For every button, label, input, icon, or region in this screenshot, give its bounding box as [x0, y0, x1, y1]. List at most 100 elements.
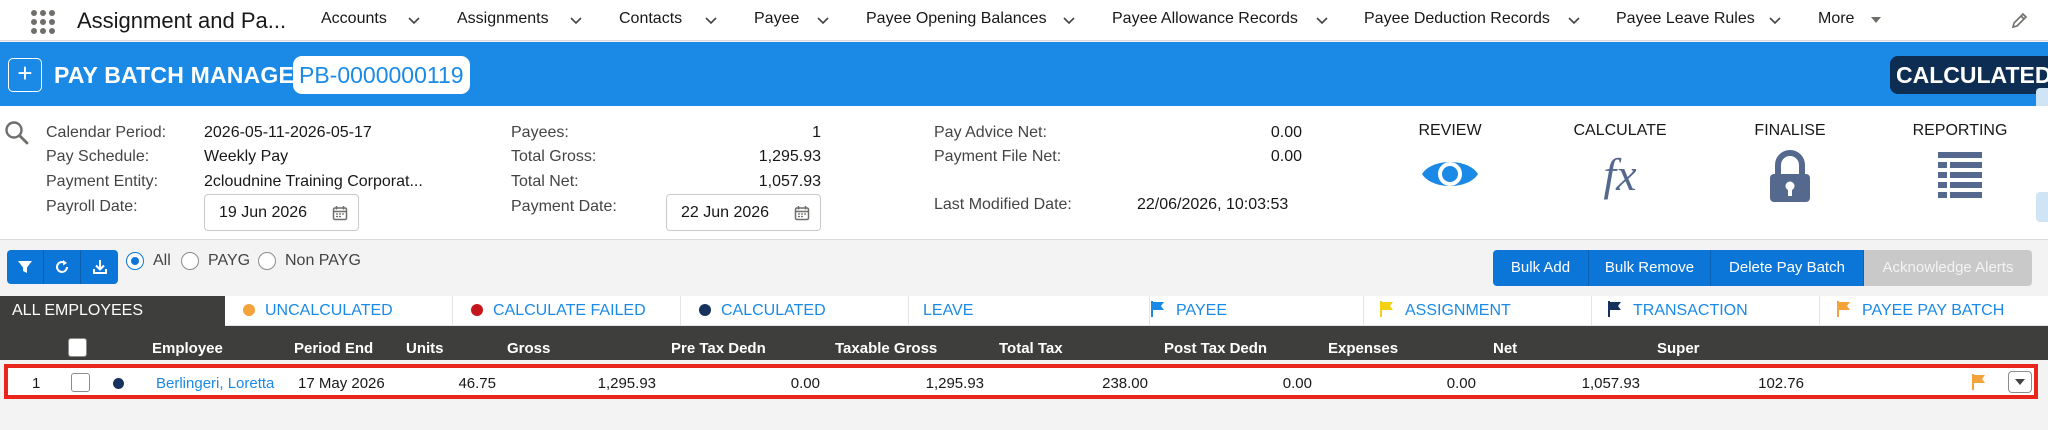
tab-uncalculated[interactable]: UNCALCULATED	[243, 296, 453, 326]
tab-leave[interactable]: LEAVE	[923, 296, 1150, 326]
tab-payee[interactable]: PAYEE	[1150, 296, 1364, 326]
refresh-button[interactable]	[44, 250, 81, 284]
tab-calculate-failed[interactable]: CALCULATE FAILED	[471, 296, 681, 326]
orange-flag-icon[interactable]	[1971, 373, 1987, 391]
calendar-period-value: 2026-05-11-2026-05-17	[204, 124, 372, 141]
caret-down-icon	[2015, 379, 2025, 385]
payment-file-net-label: Payment File Net:	[934, 148, 1062, 165]
yellow-flag-icon	[1380, 301, 1393, 317]
tab-label: PAYEE PAY BATCH	[1862, 302, 2005, 319]
svg-text:fx: fx	[1603, 150, 1637, 200]
reporting-action[interactable]: REPORTING	[1890, 122, 2030, 204]
nav-item-assignments[interactable]: Assignments	[457, 10, 549, 28]
chevron-down-icon[interactable]	[404, 10, 424, 30]
col-pre-tax-dedn[interactable]: Pre Tax Dedn	[671, 340, 766, 357]
reporting-label: REPORTING	[1912, 122, 2008, 139]
bulk-add-button[interactable]: Bulk Add	[1493, 250, 1589, 286]
tab-payee-pay-batch[interactable]: PAYEE PAY BATCH	[1836, 296, 2048, 326]
tab-assignment[interactable]: ASSIGNMENT	[1379, 296, 1592, 326]
nav-item-accounts[interactable]: Accounts	[321, 10, 387, 28]
tab-transaction[interactable]: TRANSACTION	[1607, 296, 1820, 326]
payroll-date-field[interactable]: 19 Jun 2026	[204, 194, 359, 231]
chevron-down-icon[interactable]	[1564, 10, 1584, 30]
filter-radio-all[interactable]: All	[126, 252, 171, 270]
nav-item-payee-opening-balances[interactable]: Payee Opening Balances	[866, 10, 1047, 28]
last-modified-value: 22/06/2026, 10:03:53	[1137, 196, 1289, 213]
bulk-remove-button[interactable]: Bulk Remove	[1589, 250, 1711, 286]
finalise-action[interactable]: FINALISE	[1720, 122, 1860, 204]
filter-radio-payg[interactable]: PAYG	[181, 252, 250, 270]
review-action[interactable]: REVIEW	[1380, 122, 1520, 198]
payees-value: 1	[812, 124, 821, 141]
tab-all-employees[interactable]: ALL EMPLOYEES	[0, 296, 225, 326]
pencil-icon[interactable]	[2010, 10, 2030, 30]
orange-dot-icon	[243, 304, 255, 316]
employee-link[interactable]: Berlingeri, Loretta	[156, 375, 274, 392]
pay-schedule-value: Weekly Pay	[204, 148, 289, 165]
eye-icon[interactable]	[1420, 150, 1480, 198]
nav-item-payee-allowance-records[interactable]: Payee Allowance Records	[1112, 10, 1298, 28]
col-net[interactable]: Net	[1493, 340, 1517, 357]
chevron-down-icon[interactable]	[1765, 10, 1785, 30]
nav-more[interactable]: More	[1818, 10, 1854, 28]
taxable-gross-cell: 1,295.93	[925, 375, 984, 392]
calendar-period-label: Calendar Period:	[46, 124, 167, 141]
calendar-icon[interactable]	[332, 205, 348, 221]
function-icon[interactable]: fx	[1590, 150, 1650, 200]
col-gross[interactable]: Gross	[507, 340, 550, 357]
nav-item-payee-leave-rules[interactable]: Payee Leave Rules	[1616, 10, 1755, 28]
row-actions-button[interactable]	[2008, 371, 2032, 393]
caret-down-icon[interactable]	[1869, 13, 1883, 27]
post-tax-dedn-cell: 0.00	[1282, 375, 1312, 392]
col-taxable-gross[interactable]: Taxable Gross	[835, 340, 937, 357]
payees-label: Payees:	[511, 124, 569, 141]
calculate-action[interactable]: CALCULATE fx	[1550, 122, 1690, 200]
chevron-down-icon[interactable]	[701, 10, 721, 30]
download-button[interactable]	[81, 250, 118, 284]
blue-flag-icon	[1151, 301, 1164, 317]
chevron-down-icon[interactable]	[813, 10, 833, 30]
col-total-tax[interactable]: Total Tax	[999, 340, 1063, 357]
col-period-end[interactable]: Period End	[294, 340, 373, 357]
finalise-label: FINALISE	[1754, 122, 1826, 139]
report-list-icon[interactable]	[1934, 150, 1986, 204]
app-launcher-icon[interactable]	[31, 10, 55, 34]
total-tax-cell: 238.00	[1102, 375, 1148, 392]
review-label: REVIEW	[1418, 122, 1482, 139]
chevron-down-icon[interactable]	[1059, 10, 1079, 30]
tab-calculated[interactable]: CALCULATED	[699, 296, 909, 326]
filter-icon	[18, 261, 32, 273]
chevron-down-icon[interactable]	[1312, 10, 1332, 30]
total-net-value: 1,057.93	[758, 173, 821, 190]
payment-entity-value: 2cloudnine Training Corporat...	[204, 173, 423, 190]
row-checkbox[interactable]	[71, 373, 90, 392]
nav-item-contacts[interactable]: Contacts	[619, 10, 682, 28]
side-panel-handle[interactable]	[2036, 192, 2048, 222]
delete-pay-batch-button[interactable]: Delete Pay Batch	[1711, 250, 1864, 286]
col-super[interactable]: Super	[1657, 340, 1700, 357]
total-gross-label: Total Gross:	[511, 148, 597, 165]
expenses-cell: 0.00	[1446, 375, 1476, 392]
search-icon[interactable]	[4, 120, 30, 146]
grid-toolbar: All PAYG Non PAYG Bulk Add Bulk Remove D…	[0, 240, 2048, 290]
lock-icon[interactable]	[1764, 150, 1816, 204]
nav-item-payee-deduction-records[interactable]: Payee Deduction Records	[1364, 10, 1550, 28]
radio-label: All	[153, 252, 171, 269]
col-units[interactable]: Units	[406, 340, 444, 357]
nav-item-payee[interactable]: Payee	[754, 10, 799, 28]
col-expenses[interactable]: Expenses	[1328, 340, 1398, 357]
filter-radio-non-payg[interactable]: Non PAYG	[258, 252, 361, 270]
status-tabs: ALL EMPLOYEES UNCALCULATED CALCULATE FAI…	[0, 296, 2048, 326]
calendar-icon[interactable]	[794, 205, 810, 221]
add-button[interactable]: +	[8, 58, 42, 92]
select-all-checkbox[interactable]	[68, 338, 87, 357]
table-row[interactable]: 1 Berlingeri, Loretta 17 May 2026 46.75 …	[4, 364, 2038, 399]
toolbar-button-group	[7, 250, 118, 284]
payment-date-field[interactable]: 22 Jun 2026	[666, 194, 821, 231]
top-navigation-bar: Assignment and Pa... Accounts Assignment…	[0, 0, 2048, 41]
filter-button[interactable]	[7, 250, 44, 284]
col-post-tax-dedn[interactable]: Post Tax Dedn	[1164, 340, 1267, 357]
col-employee[interactable]: Employee	[152, 340, 223, 357]
chevron-down-icon[interactable]	[566, 10, 586, 30]
payment-file-net-value: 0.00	[1270, 148, 1302, 165]
